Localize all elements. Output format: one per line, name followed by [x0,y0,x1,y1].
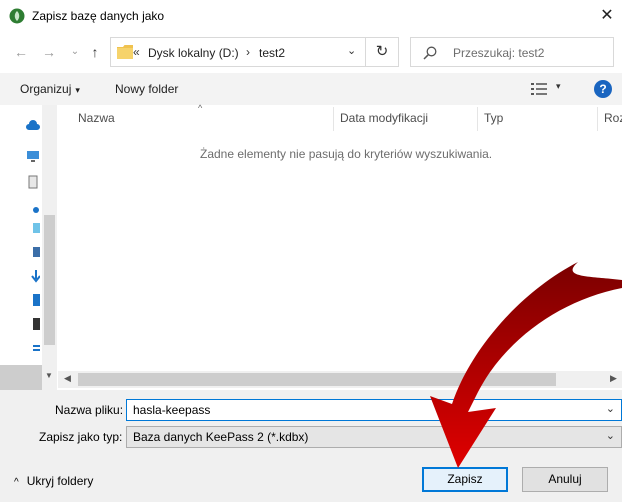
downloads-icon[interactable] [26,269,40,283]
caret-down-icon: ▾ [75,85,80,95]
breadcrumb-overflow[interactable]: « [133,45,140,59]
view-options-icon[interactable] [531,83,547,95]
scroll-right-icon[interactable]: ▶ [610,373,617,384]
scroll-left-icon[interactable]: ◀ [64,373,71,384]
nav-pane-scrollbar[interactable]: ▼ [42,105,57,390]
this-pc-icon[interactable] [26,149,40,163]
videos-icon[interactable] [26,317,40,331]
objects-3d-icon[interactable] [26,203,40,217]
search-input[interactable]: Przeszukaj: test2 [410,37,614,67]
breadcrumb-drive[interactable]: Dysk lokalny (D:) [148,46,239,60]
navigation-pane: ▼ [0,105,58,390]
hide-folders-toggle[interactable]: ^ Ukryj foldery [14,474,93,488]
title-bar: Zapisz bazę danych jako ✕ [0,0,622,33]
refresh-icon[interactable]: ↻ [366,37,399,67]
organize-menu[interactable]: Organizuj ▾ [20,82,80,96]
organize-label: Organizuj [20,82,72,96]
column-divider[interactable] [597,107,598,131]
column-divider[interactable] [333,107,334,131]
onedrive-icon[interactable] [26,119,40,133]
up-arrow-icon[interactable]: ↑ [86,43,104,61]
hide-folders-label: Ukryj foldery [26,474,94,488]
column-header-type[interactable]: Typ [484,111,503,125]
new-folder-button[interactable]: Nowy folder [115,82,178,96]
window-title: Zapisz bazę danych jako [32,9,165,23]
breadcrumb-separator-icon: › [246,45,250,59]
save-form: Nazwa pliku: hasla-keepass ⌄ Zapisz jako… [0,390,622,502]
address-bar-row: ← → ⌄ ↑ « Dysk lokalny (D:) › test2 ⌄ ↻ … [0,33,622,73]
view-dropdown-icon[interactable]: ▾ [556,81,561,92]
documents-icon[interactable] [26,175,40,189]
nav-pane-scroll-area [0,365,42,390]
keepass-app-icon [9,8,25,24]
save-button[interactable]: Zapisz [422,467,508,492]
filename-label: Nazwa pliku: [55,403,124,417]
scroll-down-icon[interactable]: ▼ [45,371,53,380]
search-icon [423,46,437,60]
command-toolbar: Organizuj ▾ Nowy folder ▾ ? [0,73,622,105]
filetype-select[interactable]: Baza danych KeePass 2 (*.kdbx) ⌄ [126,426,622,448]
column-header-size[interactable]: Roz [604,111,622,125]
pictures-icon[interactable] [26,245,40,259]
column-header-modified[interactable]: Data modyfikacji [340,111,428,125]
folder-icon [117,45,133,59]
sort-indicator-icon: ^ [198,103,203,113]
file-list: ^ Nazwa Data modyfikacji Typ Roz Żadne e… [58,103,622,390]
music-icon[interactable] [26,293,40,307]
column-header-name[interactable]: Nazwa [78,111,115,125]
horizontal-scroll-thumb[interactable] [78,373,556,386]
breadcrumb-folder[interactable]: test2 [259,46,285,60]
local-disk-icon[interactable] [26,341,40,355]
help-icon[interactable]: ? [594,80,612,98]
close-icon[interactable]: ✕ [596,4,618,28]
filename-dropdown-icon[interactable]: ⌄ [606,402,615,415]
column-divider[interactable] [477,107,478,131]
filetype-dropdown-icon[interactable]: ⌄ [606,429,615,442]
back-arrow-icon[interactable]: ← [12,43,30,61]
address-dropdown-icon[interactable]: ⌄ [347,44,356,57]
forward-arrow-icon[interactable]: → [40,43,58,61]
search-placeholder: Przeszukaj: test2 [453,46,545,60]
nav-pane-scroll-thumb[interactable] [44,215,55,345]
recent-locations-chevron-icon[interactable]: ⌄ [66,43,84,61]
cancel-button[interactable]: Anuluj [522,467,608,492]
chevron-up-icon: ^ [14,477,19,488]
empty-results-message: Żadne elementy nie pasują do kryteriów w… [200,147,493,161]
filename-value: hasla-keepass [133,403,211,417]
horizontal-scrollbar[interactable]: ◀ ▶ [58,371,622,388]
filetype-value: Baza danych KeePass 2 (*.kdbx) [133,430,309,444]
filename-field[interactable]: hasla-keepass ⌄ [126,399,622,421]
address-field[interactable]: « Dysk lokalny (D:) › test2 ⌄ [110,37,366,67]
desktop-icon[interactable] [26,221,40,235]
filetype-label: Zapisz jako typ: [39,430,123,444]
